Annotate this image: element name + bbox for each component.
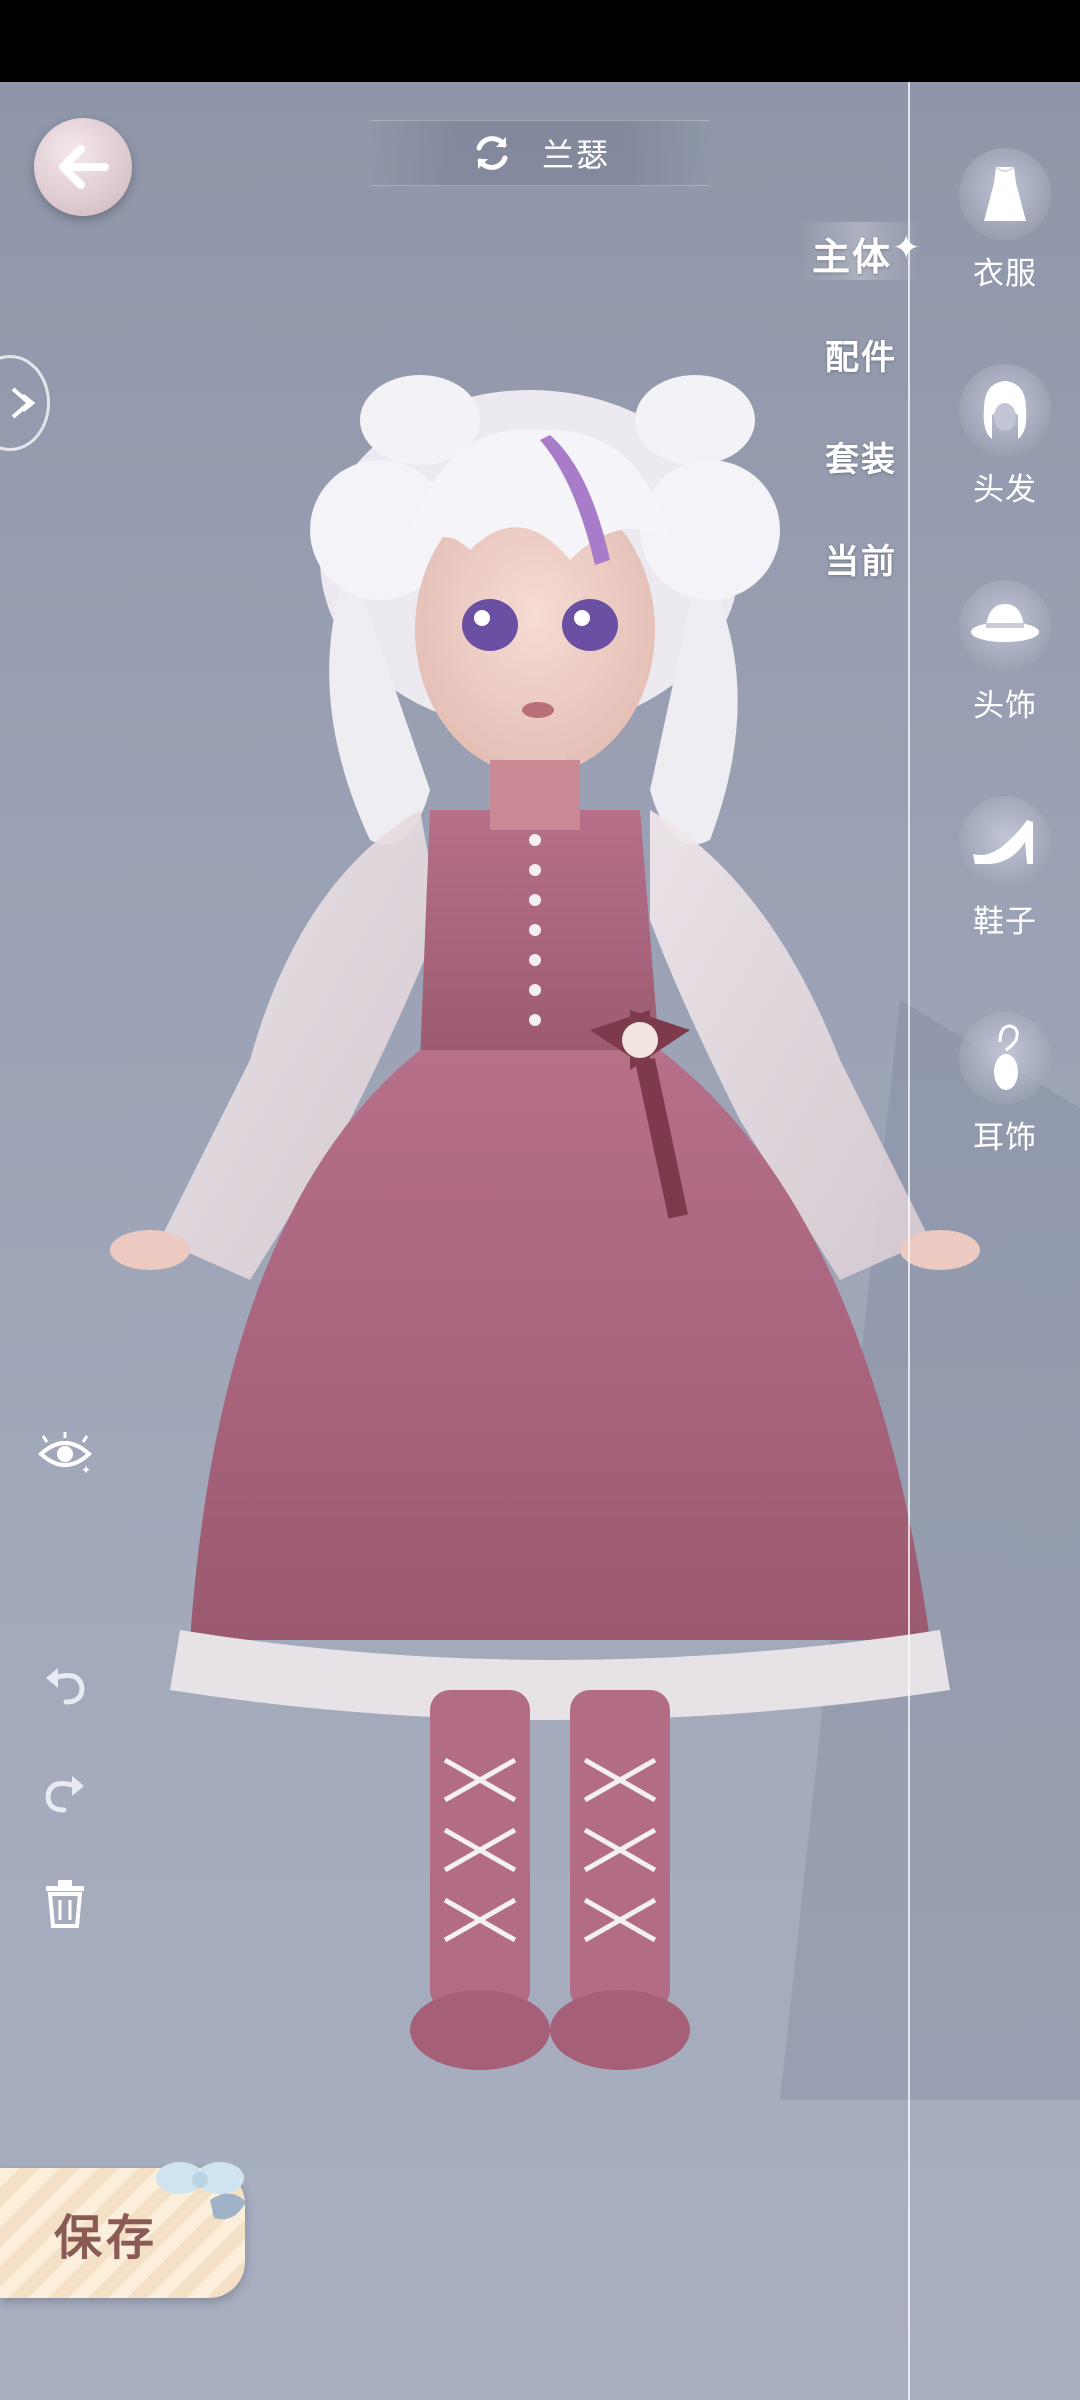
character-name-bar[interactable]: 兰瑟	[370, 120, 710, 186]
category-label: 鞋子	[973, 904, 1037, 940]
svg-text:✦: ✦	[81, 1463, 91, 1476]
game-screen: 兰瑟 主体 ✦ 配件 套装 当前 衣服 头发 头饰 鞋子 耳饰 ✦ 保存	[0, 0, 1080, 2400]
shoe-icon	[959, 796, 1051, 888]
save-label: 保存	[54, 2210, 159, 2266]
category-headwear[interactable]: 头饰	[950, 580, 1060, 725]
category-label: 头发	[973, 472, 1037, 508]
redo-button[interactable]	[30, 1758, 100, 1828]
character-name: 兰瑟	[541, 136, 610, 174]
undo-icon	[46, 1668, 85, 1705]
arrow-left-icon	[59, 145, 109, 189]
category-hair[interactable]: 头发	[950, 364, 1060, 509]
chevron-right-icon	[11, 387, 36, 419]
category-label: 耳饰	[973, 1120, 1037, 1156]
eye-toggle-icon: ✦	[38, 1432, 92, 1476]
status-bar	[0, 0, 1080, 82]
category-label: 衣服	[973, 256, 1037, 292]
category-label: 头饰	[973, 688, 1037, 724]
delete-button[interactable]	[30, 1868, 100, 1938]
hat-icon	[959, 580, 1051, 672]
earring-icon	[959, 1012, 1051, 1104]
trash-icon	[46, 1880, 84, 1928]
category-shoes[interactable]: 鞋子	[950, 796, 1060, 941]
tab-current[interactable]: 当前	[825, 534, 897, 583]
redo-icon	[45, 1776, 84, 1813]
tab-main[interactable]: 主体	[812, 226, 892, 281]
toggle-view-button[interactable]: ✦	[30, 1418, 100, 1488]
expand-panel-button[interactable]	[0, 355, 50, 451]
undo-button[interactable]	[30, 1650, 100, 1720]
decorative-bow-icon	[156, 2162, 246, 2220]
category-earrings[interactable]: 耳饰	[950, 1012, 1060, 1157]
character-model[interactable]	[50, 360, 1070, 2160]
category-clothes[interactable]: 衣服	[950, 148, 1060, 293]
refresh-icon[interactable]	[470, 131, 514, 175]
tab-accessories[interactable]: 配件	[825, 330, 897, 379]
tab-outfits[interactable]: 套装	[825, 432, 897, 481]
back-button[interactable]	[34, 118, 132, 216]
hair-icon	[959, 364, 1051, 456]
dress-icon	[959, 148, 1051, 240]
sparkle-icon: ✦	[892, 228, 921, 268]
panel-divider	[908, 82, 910, 2400]
